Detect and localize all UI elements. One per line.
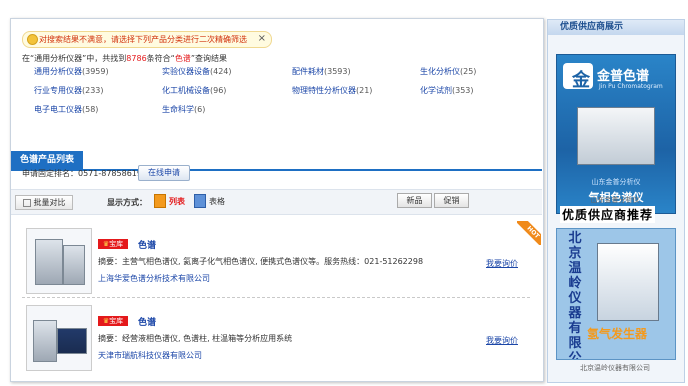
category-count: (3593) (324, 67, 351, 76)
search-keyword: 色谱 (174, 54, 191, 63)
category-link[interactable]: 物理特性分析仪器 (292, 86, 356, 95)
ad-caption[interactable]: 北京温岭仪器有限公司 (547, 363, 683, 373)
ad-vertical-company: 北京温岭仪器有限公司 (568, 231, 582, 360)
category-item[interactable]: 通用分析仪器(3959) (34, 66, 109, 77)
category-item[interactable]: 化工机械设备(96) (162, 85, 226, 96)
category-link[interactable]: 行业专用仪器 (34, 86, 82, 95)
product-list-item: ♛宝库 色谱 摘要：经营液相色谱仪, 色谱柱, 柱温箱等分析应用系统 天津市瑞航… (22, 305, 530, 371)
sidebar-header: 优质供应商展示 (548, 20, 684, 35)
category-link[interactable]: 电子电工仪器 (34, 105, 82, 114)
ad-caption[interactable]: 山东金普分析仪 (547, 195, 683, 205)
list-toolbar: 批量对比 显示方式： 列表 表格 新品 促销 (11, 189, 542, 215)
jinpu-logo: 金 (563, 63, 593, 91)
category-item[interactable]: 电子电工仪器(58) (34, 104, 98, 115)
ad-subtitle: 山东金普分析仪 (591, 178, 641, 186)
category-item[interactable]: 配件耗材(3593) (292, 66, 351, 77)
product-thumbnail[interactable] (26, 228, 92, 294)
close-icon[interactable]: × (258, 33, 266, 44)
category-link[interactable]: 生命科学 (162, 105, 194, 114)
treasure-badge: ♛宝库 (98, 316, 128, 326)
category-link[interactable]: 实验仪器设备 (162, 67, 210, 76)
product-thumbnail[interactable] (26, 305, 92, 371)
hydrogen-generator-image (597, 243, 659, 321)
table-view-icon[interactable] (194, 194, 206, 208)
refine-tip-text: 对搜索结果不满意，请选择下列产品分类进行二次精确筛选 (39, 35, 247, 44)
inquiry-link[interactable]: 我要询价 (486, 258, 518, 269)
category-count: (21) (356, 86, 373, 95)
product-title-link[interactable]: 色谱 (138, 315, 156, 328)
logo-glyph: 金 (572, 70, 590, 91)
ad-product-name: 氢气发生器 (587, 327, 648, 341)
table-view-toggle[interactable]: 表格 (209, 196, 225, 207)
treasure-badge: ♛宝库 (98, 239, 128, 249)
monitor-image (57, 328, 87, 354)
badge-label: 宝库 (109, 240, 124, 248)
product-list-item: ♛宝库 色谱 摘要：主营气相色谱仪, 氦离子化气相色谱仪, 便携式色谱仪等。服务… (22, 228, 530, 294)
category-link[interactable]: 化工机械设备 (162, 86, 210, 95)
found-suffix: ”查询结果 (190, 54, 227, 63)
display-mode-label: 显示方式： (107, 198, 147, 207)
category-item[interactable]: 行业专用仪器(233) (34, 85, 104, 96)
checkbox-icon (22, 198, 31, 207)
category-link[interactable]: 生化分析仪 (420, 67, 460, 76)
category-count: (3959) (82, 67, 109, 76)
category-item[interactable]: 化学试剂(353) (420, 85, 474, 96)
category-count: (25) (460, 67, 477, 76)
instrument-image (33, 320, 57, 362)
category-count: (233) (82, 86, 104, 95)
online-apply-button[interactable]: 在线申请 (138, 165, 190, 181)
promotion-button[interactable]: 促销 (434, 193, 469, 208)
instrument-image (63, 245, 85, 285)
result-count-line: 在“通用分析仪器”中，共找到8786条符合“色谱”查询结果 (22, 53, 227, 64)
row-divider (22, 297, 530, 298)
category-count: (96) (210, 86, 227, 95)
product-title-link[interactable]: 色谱 (138, 238, 156, 251)
badge-label: 宝库 (109, 317, 124, 325)
list-view-icon[interactable] (154, 194, 166, 208)
fixed-ranking-apply-text: 申请固定排名：0571-87858619 (22, 169, 142, 178)
category-count: (353) (452, 86, 474, 95)
found-middle: 条符合“ (146, 54, 175, 63)
category-count: (6) (194, 105, 206, 114)
product-summary: 摘要：主营气相色谱仪, 氦离子化气相色谱仪, 便携式色谱仪等。服务热线：021-… (98, 257, 424, 266)
batch-compare-label: 批量对比 (33, 198, 66, 207)
found-prefix: 在“通用分析仪器”中，共找到 (22, 54, 127, 63)
category-item[interactable]: 生命科学(6) (162, 104, 205, 115)
inquiry-link[interactable]: 我要询价 (486, 335, 518, 346)
category-link[interactable]: 化学试剂 (420, 86, 452, 95)
ad-brand-english: Jin Pu Chromatogram (599, 83, 663, 90)
instrument-image (35, 239, 63, 285)
product-summary: 摘要：经营液相色谱仪, 色谱柱, 柱温箱等分析应用系统 (98, 334, 293, 343)
category-count: (58) (82, 105, 99, 114)
category-item[interactable]: 物理特性分析仪器(21) (292, 85, 372, 96)
batch-compare-button[interactable]: 批量对比 (15, 195, 73, 210)
company-link[interactable]: 天津市瑞航科技仪器有限公司 (98, 350, 202, 361)
recommend-title: 优质供应商推荐 (560, 206, 656, 223)
company-link[interactable]: 上海华爱色谱分析技术有限公司 (98, 273, 210, 284)
tab-product-list[interactable]: 色谱产品列表 (11, 151, 83, 169)
supplier-ad-banner[interactable]: 金 金普色谱 Jin Pu Chromatogram 山东金普分析仪 气相色谱仪 (556, 54, 676, 214)
lightbulb-icon (27, 34, 38, 45)
new-products-button[interactable]: 新品 (397, 193, 432, 208)
list-view-toggle[interactable]: 列表 (169, 196, 185, 207)
refine-tip-bar: 对搜索结果不满意，请选择下列产品分类进行二次精确筛选 × (22, 31, 272, 48)
supplier-ad-banner[interactable]: 北京温岭仪器有限公司 氢气发生器 (556, 228, 676, 360)
ad-brand-name: 金普色谱 (597, 69, 650, 84)
category-link[interactable]: 配件耗材 (292, 67, 324, 76)
category-item[interactable]: 生化分析仪(25) (420, 66, 476, 77)
chromatograph-image (577, 107, 655, 165)
result-count: 8786 (126, 54, 147, 63)
category-count: (424) (210, 67, 232, 76)
category-item[interactable]: 实验仪器设备(424) (162, 66, 232, 77)
category-link[interactable]: 通用分析仪器 (34, 67, 82, 76)
